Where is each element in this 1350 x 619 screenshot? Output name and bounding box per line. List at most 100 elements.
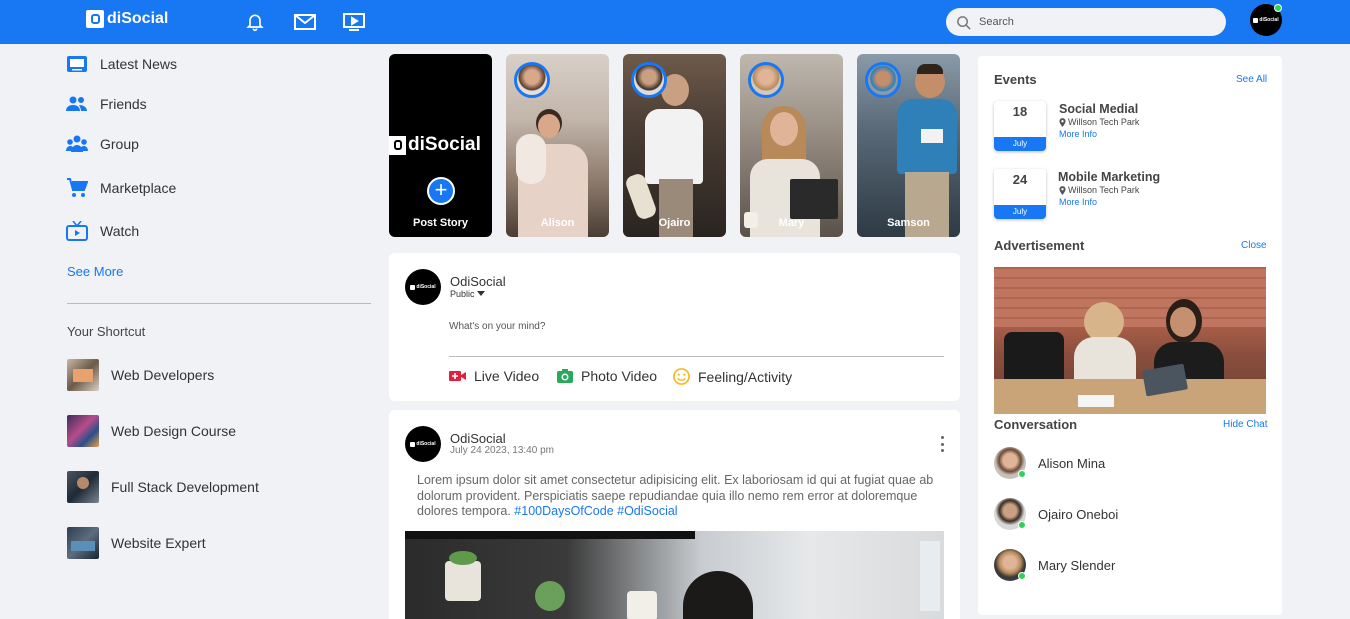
post-avatar[interactable]: diSocial [405, 426, 441, 462]
event-month: July [994, 137, 1046, 151]
sidebar-item-label: Friends [100, 96, 147, 112]
story-avatar [748, 62, 784, 98]
logo-text: diSocial [107, 10, 169, 27]
composer-avatar[interactable]: diSocial [405, 269, 441, 305]
avatar-logo: diSocial [410, 441, 436, 447]
story-card-alison[interactable]: Alison [506, 54, 609, 237]
bell-icon[interactable] [244, 12, 266, 32]
story-card-samson[interactable]: Samson [857, 54, 960, 237]
photo-video-button[interactable]: Photo Video [557, 368, 657, 384]
shortcut-thumbnail [67, 471, 99, 503]
advertisement-image[interactable] [994, 267, 1266, 414]
conversation-item[interactable]: Mary Slender [994, 549, 1115, 581]
post-card: diSocial OdiSocial July 24 2023, 13:40 p… [389, 410, 960, 619]
sidebar-item-marketplace[interactable]: Marketplace [66, 178, 176, 198]
sidebar-item-friends[interactable]: Friends [66, 94, 147, 114]
action-label: Live Video [474, 368, 540, 384]
shortcut-web-developers[interactable]: Web Developers [67, 359, 214, 391]
story-logo-text: diSocial [408, 134, 481, 155]
location-pin-icon [1059, 185, 1066, 195]
search-input[interactable] [979, 16, 1209, 28]
post-author[interactable]: OdiSocial [450, 431, 506, 446]
logo[interactable]: diSocial [86, 10, 168, 28]
mail-icon[interactable] [293, 12, 317, 32]
story-name: Ojairo [658, 217, 691, 229]
more-options-icon[interactable] [937, 436, 947, 452]
sidebar-item-label: Watch [100, 223, 140, 239]
event-title[interactable]: Mobile Marketing [1058, 170, 1160, 184]
shortcut-title: Your Shortcut [67, 324, 146, 339]
story-logo: diSocial [389, 134, 492, 156]
events-title: Events [994, 72, 1037, 87]
see-more-link[interactable]: See More [67, 264, 123, 279]
post-image[interactable] [405, 531, 944, 619]
shortcut-thumbnail [67, 359, 99, 391]
event-title[interactable]: Social Medial [1059, 102, 1138, 116]
shortcut-label: Web Developers [111, 367, 215, 383]
sidebar-item-group[interactable]: Group [66, 134, 139, 154]
action-label: Photo Video [581, 368, 658, 384]
event-location: Willson Tech Park [1059, 117, 1139, 127]
close-ad-link[interactable]: Close [1241, 240, 1267, 251]
contact-name: Ojairo Oneboi [1038, 506, 1119, 522]
conversation-item[interactable]: Ojairo Oneboi [994, 498, 1118, 530]
shortcut-thumbnail [67, 527, 99, 559]
location-pin-icon [1059, 117, 1066, 127]
shortcut-web-design-course[interactable]: Web Design Course [67, 415, 236, 447]
contact-avatar [994, 447, 1026, 479]
story-avatar [514, 62, 550, 98]
profile-avatar[interactable]: diSocial [1250, 4, 1282, 36]
story-name: Mary [778, 217, 805, 229]
logo-icon [86, 10, 104, 28]
search-bar[interactable] [946, 8, 1226, 36]
event-more-info[interactable]: More Info [1059, 197, 1097, 207]
shortcut-website-expert[interactable]: Website Expert [67, 527, 206, 559]
shortcut-full-stack-development[interactable]: Full Stack Development [67, 471, 259, 503]
post-hashtags[interactable]: #100DaysOfCode #OdiSocial [514, 504, 677, 518]
contact-avatar [994, 549, 1026, 581]
composer-input[interactable]: What's on your mind? [449, 321, 545, 332]
story-card-ojairo[interactable]: Ojairo [623, 54, 726, 237]
sidebar-item-latest-news[interactable]: Latest News [66, 54, 177, 74]
shortcut-label: Full Stack Development [111, 479, 259, 495]
event-location-text: Willson Tech Park [1068, 185, 1140, 195]
contact-avatar [994, 498, 1026, 530]
event-date-badge: 24 July [994, 169, 1046, 219]
conversation-item[interactable]: Alison Mina [994, 447, 1105, 479]
advertisement-title: Advertisement [994, 238, 1085, 253]
conversation-title: Conversation [994, 417, 1078, 432]
shortcut-label: Web Design Course [111, 423, 237, 439]
smile-icon [673, 368, 690, 385]
plus-icon[interactable]: + [427, 177, 455, 205]
avatar-logo: diSocial [1253, 17, 1279, 23]
video-icon[interactable] [342, 12, 366, 32]
cart-icon [67, 178, 88, 197]
story-name: Alison [540, 217, 575, 229]
event-day: 18 [1012, 104, 1028, 119]
feeling-activity-button[interactable]: Feeling/Activity [673, 368, 792, 385]
photo-icon [557, 369, 573, 383]
live-video-button[interactable]: Live Video [449, 368, 539, 384]
sidebar-item-watch[interactable]: Watch [66, 221, 139, 241]
search-icon [957, 15, 971, 30]
privacy-selector[interactable]: Public [450, 289, 485, 299]
see-all-link[interactable]: See All [1236, 74, 1267, 85]
post-composer: diSocial OdiSocial Public What's on your… [389, 253, 960, 401]
event-location-text: Willson Tech Park [1068, 117, 1140, 127]
sidebar-item-label: Latest News [100, 56, 178, 72]
composer-divider [449, 356, 944, 357]
post-text: Lorem ipsum dolor sit amet consectetur a… [417, 473, 937, 520]
avatar-logo: diSocial [410, 284, 436, 290]
sidebar-divider [67, 303, 371, 304]
event-more-info[interactable]: More Info [1059, 129, 1097, 139]
story-card-mary[interactable]: Mary [740, 54, 843, 237]
news-icon [67, 56, 87, 72]
post-story-label: Post Story [412, 217, 468, 229]
story-name: Samson [887, 217, 930, 229]
group-icon [66, 135, 88, 152]
top-bar: diSocial diSocial [0, 0, 1350, 44]
post-story-card[interactable]: diSocial + Post Story [389, 54, 492, 237]
hide-chat-link[interactable]: Hide Chat [1223, 419, 1267, 430]
action-label: Feeling/Activity [698, 368, 793, 385]
event-day: 24 [1012, 172, 1028, 187]
